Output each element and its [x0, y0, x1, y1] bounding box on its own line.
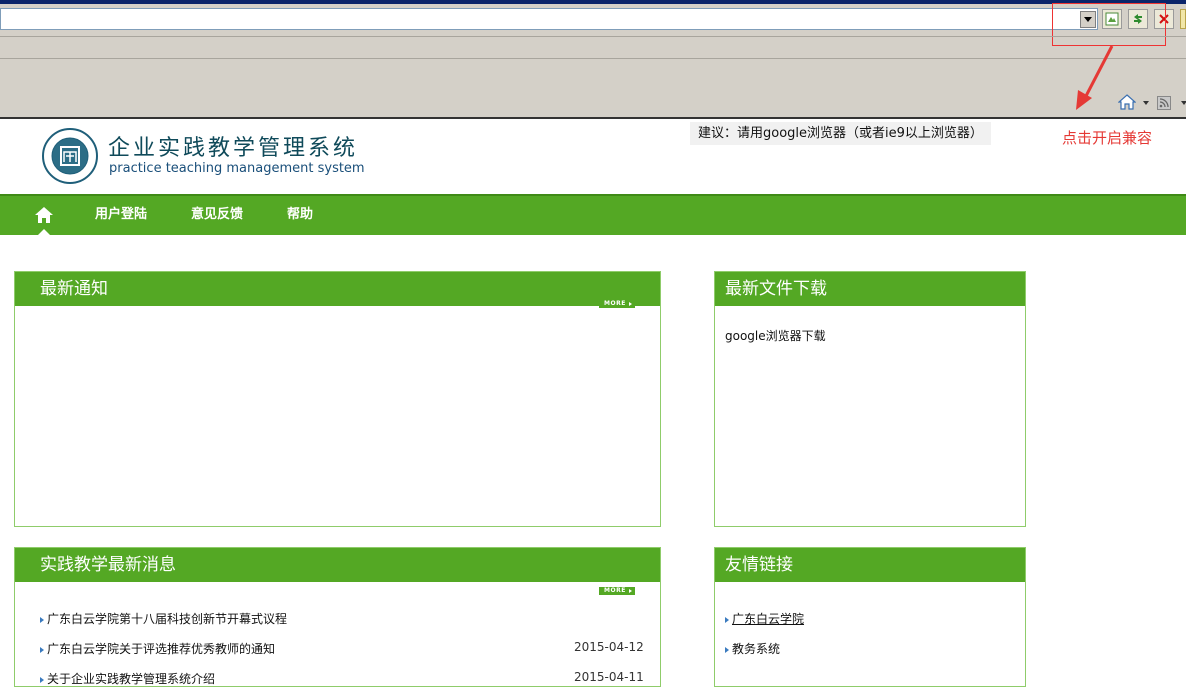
browser-advice-notice: 建议：请用google浏览器（或者ie9以上浏览器） — [690, 122, 991, 145]
nav-item-help[interactable]: 帮助 — [287, 206, 313, 224]
download-link[interactable]: google浏览器下载 — [725, 327, 826, 344]
university-logo-icon — [42, 128, 98, 184]
browser-chrome-border — [0, 117, 1186, 119]
friend-link-label[interactable]: 广东白云学院 — [732, 612, 804, 626]
news-date: 2015-04-12 — [574, 640, 644, 654]
news-title[interactable]: 关于企业实践教学管理系统介绍 — [47, 672, 215, 686]
more-button[interactable]: MORE — [599, 587, 635, 595]
chevron-down-icon[interactable] — [1143, 101, 1149, 105]
news-item[interactable]: 关于企业实践教学管理系统介绍 — [40, 670, 215, 687]
downloads-panel: 最新文件下载 — [714, 271, 1026, 527]
news-date: 2015-04-11 — [574, 670, 644, 684]
notices-panel: 最新通知 — [14, 271, 661, 527]
news-title[interactable]: 广东白云学院第十八届科技创新节开幕式议程 — [47, 612, 287, 626]
bullet-arrow-icon — [40, 646, 44, 653]
friend-link-label[interactable]: 教务系统 — [732, 642, 780, 656]
friend-link[interactable]: 教务系统 — [725, 640, 780, 657]
panel-title: 实践教学最新消息 — [15, 548, 660, 582]
site-title: 企业实践教学管理系统 — [108, 136, 359, 161]
annotation-text: 点击开启兼容 — [1062, 129, 1153, 147]
panel-title: 友情链接 — [715, 548, 1025, 582]
more-button[interactable]: MORE — [599, 300, 635, 308]
nav-item-login[interactable]: 用户登陆 — [95, 206, 147, 224]
friend-link[interactable]: 广东白云学院 — [725, 610, 804, 627]
bullet-arrow-icon — [725, 646, 729, 653]
bullet-arrow-icon — [40, 676, 44, 683]
toolbar-edge — [1180, 9, 1186, 29]
site-subtitle: practice teaching management system — [109, 161, 365, 176]
toolbar-divider — [0, 58, 1186, 59]
home-icon[interactable] — [34, 206, 54, 224]
rss-feed-icon[interactable] — [1157, 96, 1171, 110]
highlight-frame — [1052, 3, 1166, 46]
window-titlebar-edge — [0, 0, 1186, 4]
bullet-arrow-icon — [725, 616, 729, 623]
red-arrow-icon — [1076, 45, 1114, 110]
bullet-arrow-icon — [40, 616, 44, 623]
nav-item-feedback[interactable]: 意见反馈 — [191, 206, 243, 224]
address-bar[interactable] — [0, 8, 1098, 30]
toolbar-divider — [0, 36, 1186, 37]
panel-title: 最新文件下载 — [715, 272, 1025, 306]
news-item[interactable]: 广东白云学院第十八届科技创新节开幕式议程 — [40, 610, 287, 627]
chevron-down-icon[interactable] — [1181, 101, 1186, 105]
news-title[interactable]: 广东白云学院关于评选推荐优秀教师的通知 — [47, 642, 275, 656]
panel-title: 最新通知 — [15, 272, 660, 306]
nav-active-indicator — [38, 229, 50, 235]
main-nav — [0, 194, 1186, 235]
news-item[interactable]: 广东白云学院关于评选推荐优秀教师的通知 — [40, 640, 275, 657]
